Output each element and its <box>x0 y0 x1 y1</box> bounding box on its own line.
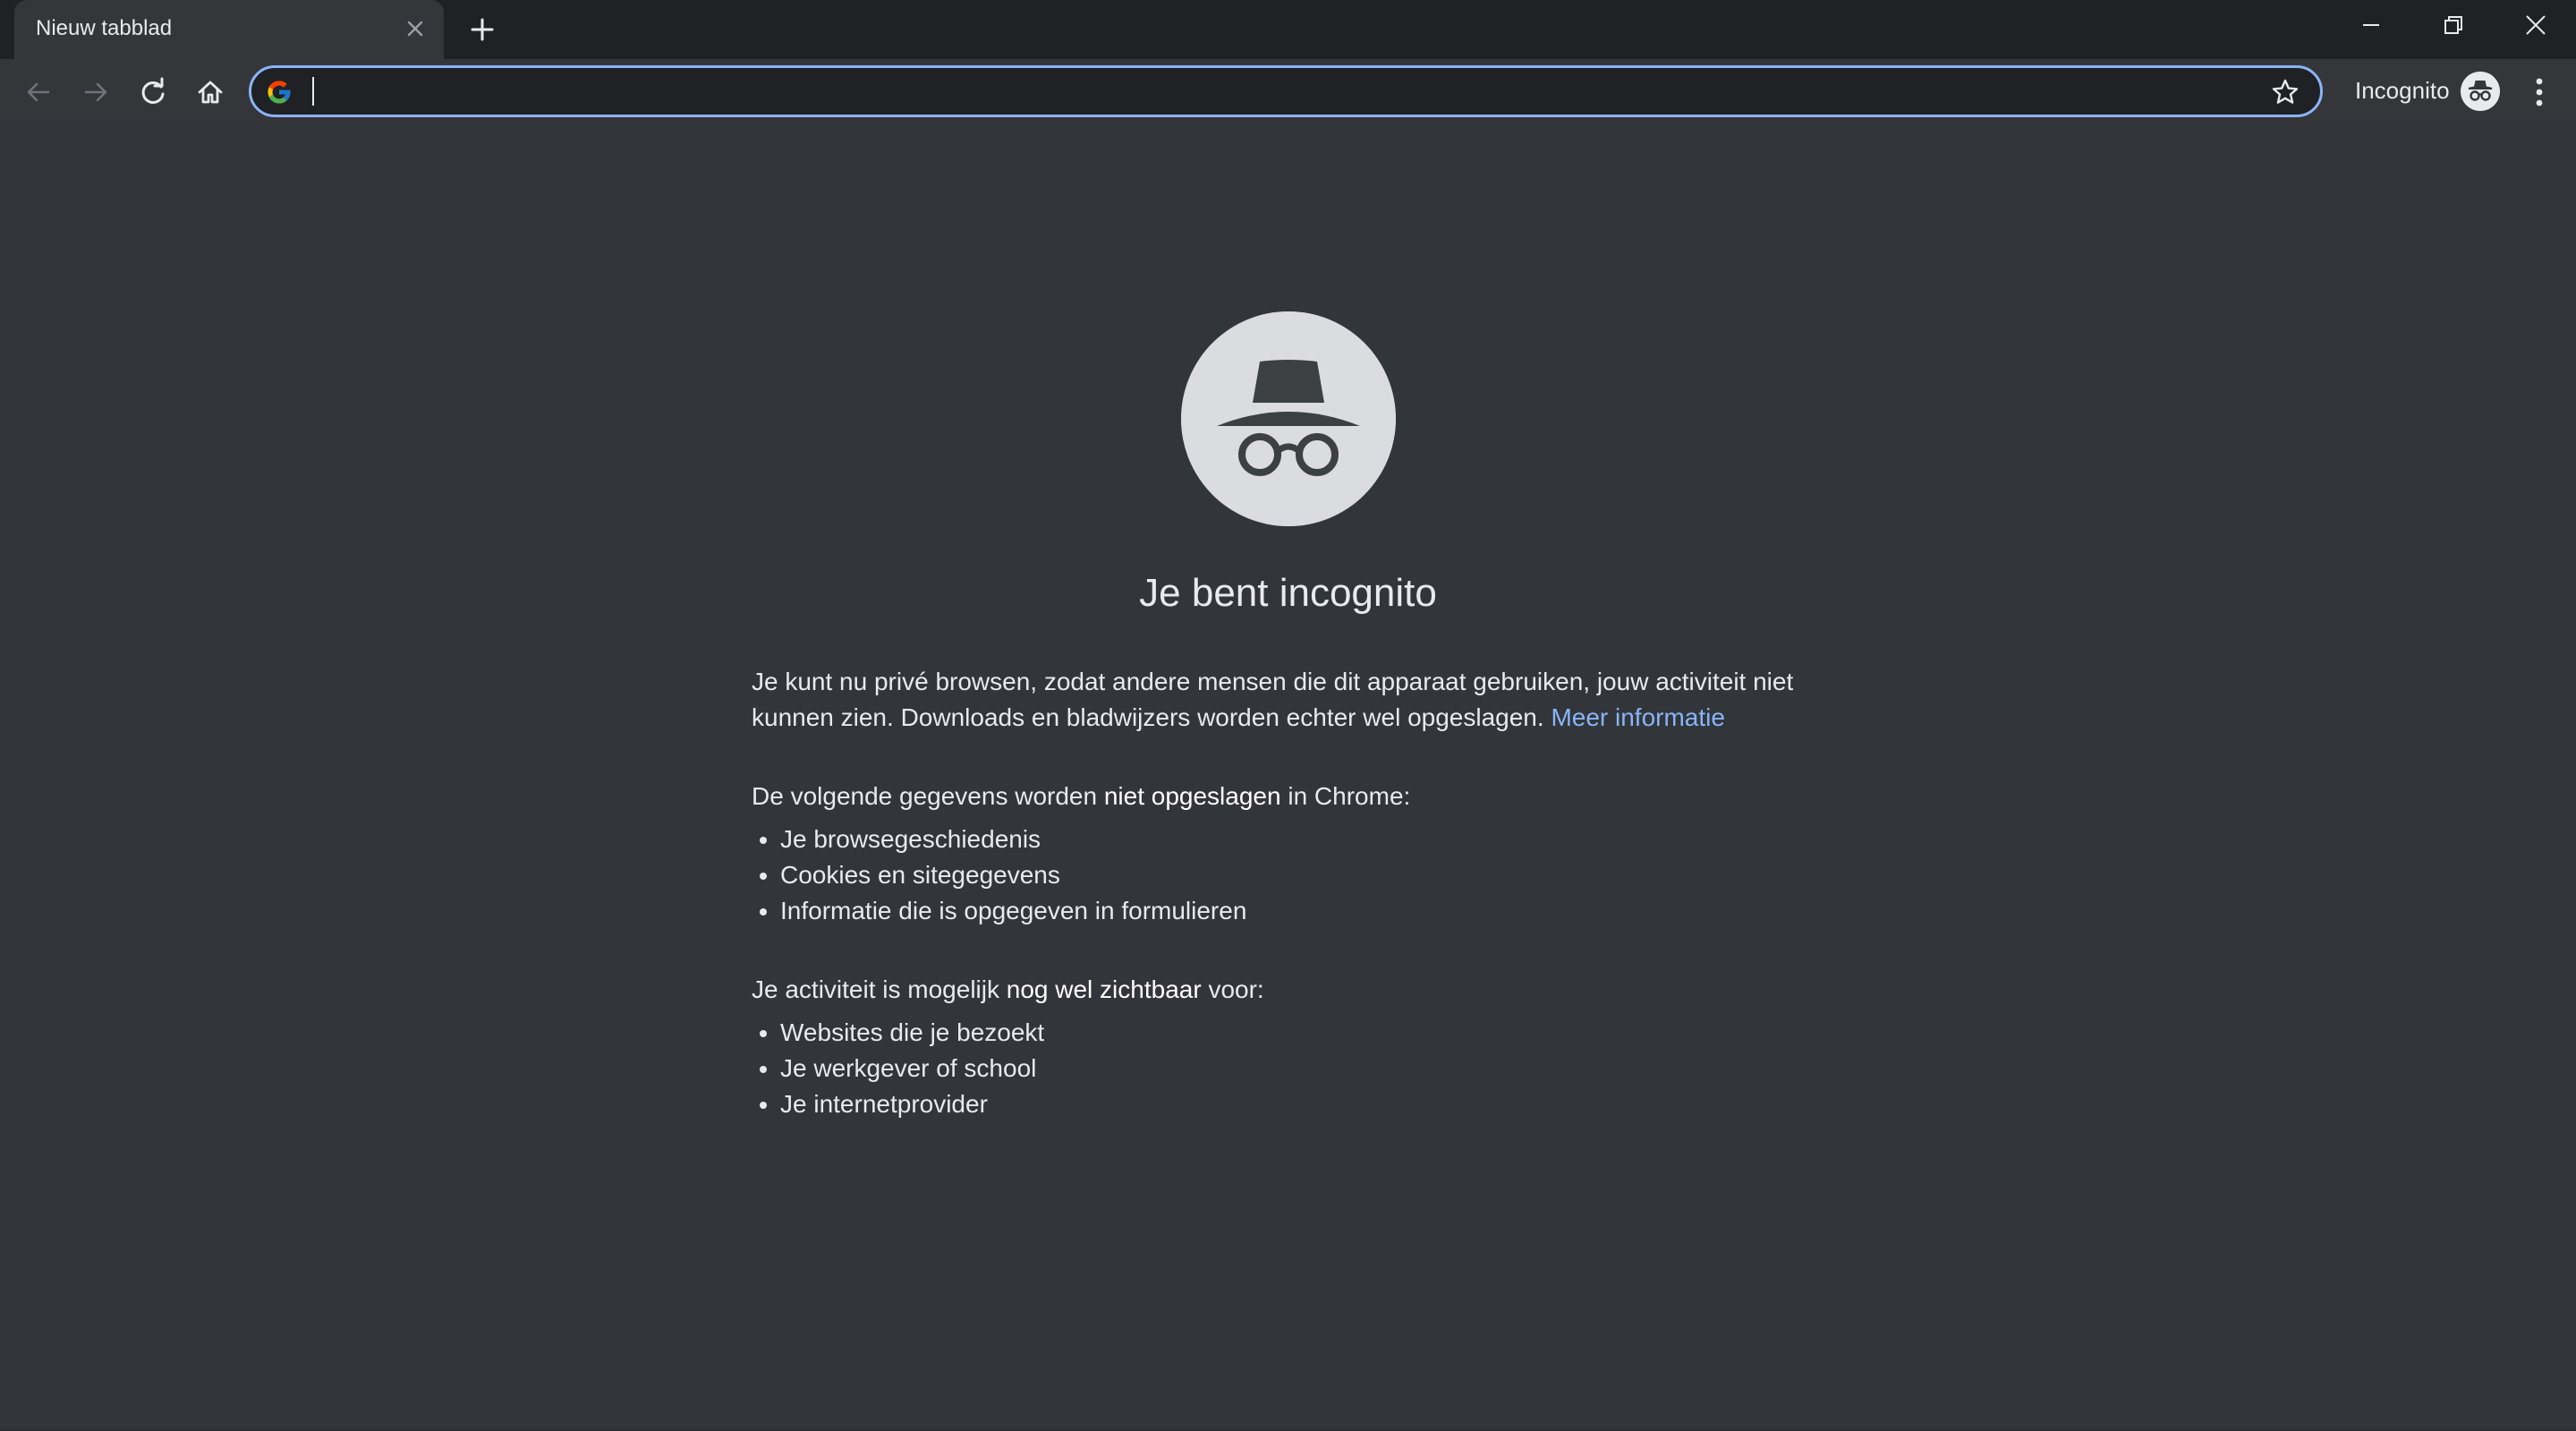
incognito-icon[interactable] <box>2461 72 2500 111</box>
still-visible-title: Je activiteit is mogelijk nog wel zichtb… <box>752 972 1861 1008</box>
not-saved-title-end: in Chrome: <box>1280 782 1411 810</box>
back-button[interactable] <box>18 72 59 113</box>
tab-close-icon[interactable] <box>401 14 429 43</box>
window-close-button[interactable] <box>2495 0 2576 50</box>
toolbar: Incognito <box>0 59 2576 124</box>
still-visible-title-emphasis: nog wel zichtbaar <box>1006 975 1202 1003</box>
google-g-icon <box>268 81 291 104</box>
reload-button[interactable] <box>132 72 174 113</box>
list-item: Websites die je bezoekt <box>780 1015 1861 1051</box>
reload-icon <box>141 77 165 104</box>
still-visible-title-start: Je activiteit is mogelijk <box>752 975 1007 1003</box>
arrow-left-icon <box>27 82 50 102</box>
incognito-hero-icon <box>1181 311 1396 526</box>
list-item: Je werkgever of school <box>780 1051 1861 1086</box>
new-tab-icon[interactable] <box>465 13 499 47</box>
list-item: Informatie die is opgegeven in formulier… <box>780 893 1861 929</box>
still-visible-list: Websites die je bezoekt Je werkgever of … <box>752 1015 1861 1122</box>
minimize-icon <box>2363 24 2379 26</box>
restore-button[interactable] <box>2412 0 2495 50</box>
address-input[interactable] <box>309 73 2232 109</box>
not-saved-title-start: De volgende gegevens worden <box>752 782 1104 810</box>
more-menu-icon[interactable] <box>2521 72 2557 113</box>
tab-new-tab[interactable]: Nieuw tabblad <box>14 0 444 59</box>
list-item: Je internetprovider <box>780 1086 1861 1122</box>
forward-button[interactable] <box>75 72 116 113</box>
page-title: Je bent incognito <box>1139 571 1437 615</box>
learn-more-link[interactable]: Meer informatie <box>1551 703 1725 731</box>
intro-paragraph: Je kunt nu privé browsen, zodat andere m… <box>752 664 1861 736</box>
home-button[interactable] <box>190 72 231 113</box>
list-item: Cookies en sitegegevens <box>780 857 1861 893</box>
star-icon[interactable] <box>2270 77 2300 107</box>
not-saved-title: De volgende gegevens worden niet opgesla… <box>752 779 1861 814</box>
list-item: Je browsegeschiedenis <box>780 822 1861 857</box>
title-bar: Nieuw tabblad <box>0 0 2576 59</box>
incognito-page: Je bent incognito Je kunt nu privé brows… <box>0 124 2576 1431</box>
arrow-right-icon <box>84 82 107 102</box>
profile-label[interactable]: Incognito <box>2355 77 2450 105</box>
close-icon <box>2526 15 2546 35</box>
incognito-description: Je kunt nu privé browsen, zodat andere m… <box>752 664 1861 1165</box>
still-visible-title-end: voor: <box>1201 975 1264 1003</box>
address-bar[interactable] <box>249 65 2323 117</box>
text-caret <box>312 77 314 106</box>
not-saved-list: Je browsegeschiedenis Cookies en sitegeg… <box>752 822 1861 929</box>
not-saved-title-emphasis: niet opgeslagen <box>1103 782 1281 810</box>
home-icon <box>198 81 223 104</box>
tab-title: Nieuw tabblad <box>36 16 173 40</box>
minimize-button[interactable] <box>2330 0 2412 50</box>
restore-icon <box>2444 16 2462 34</box>
